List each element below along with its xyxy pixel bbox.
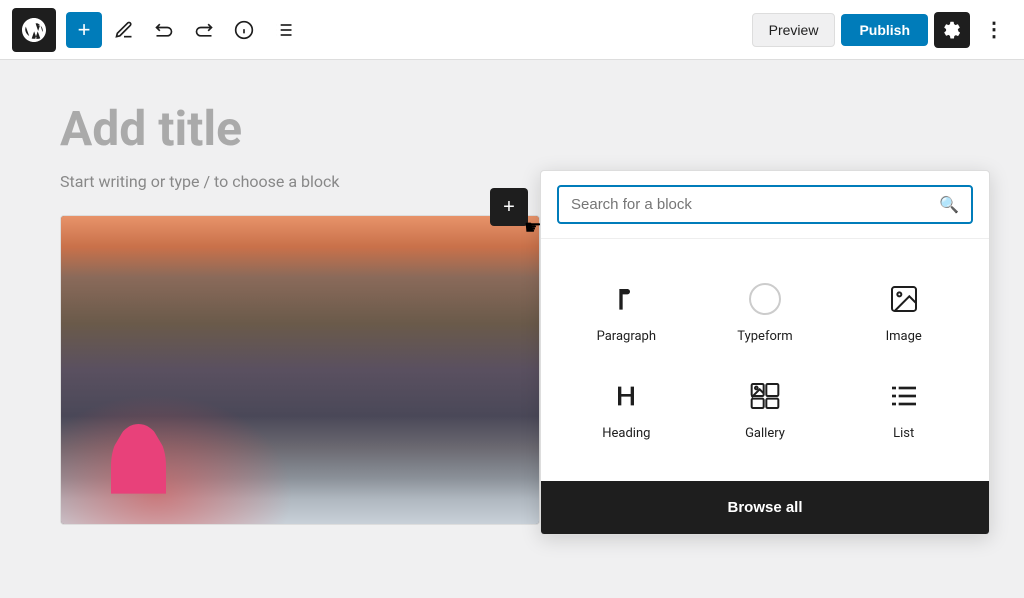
gallery-icon — [745, 376, 785, 416]
browse-all-button[interactable]: Browse all — [541, 481, 989, 534]
topbar-left: + — [12, 8, 302, 52]
typeform-icon — [745, 279, 785, 319]
preview-button[interactable]: Preview — [752, 13, 836, 47]
block-item-paragraph[interactable]: Paragraph — [557, 263, 696, 360]
redo-button[interactable] — [186, 12, 222, 48]
edit-mode-button[interactable] — [106, 12, 142, 48]
search-box: 🔍 — [541, 171, 989, 239]
mountain-image — [61, 216, 539, 524]
block-item-heading[interactable]: Heading — [557, 360, 696, 457]
publish-button[interactable]: Publish — [841, 14, 928, 46]
page-title[interactable]: Add title — [60, 100, 964, 158]
inline-add-block-button[interactable]: + — [490, 188, 528, 226]
wp-logo-button[interactable] — [12, 8, 56, 52]
blocks-grid: Paragraph Typeform Image H — [541, 239, 989, 481]
search-input[interactable] — [571, 196, 931, 213]
main-area: Add title Start writing or type / to cho… — [0, 60, 1024, 598]
block-label-heading: Heading — [602, 426, 650, 441]
block-item-gallery[interactable]: Gallery — [696, 360, 835, 457]
undo-button[interactable] — [146, 12, 182, 48]
block-label-typeform: Typeform — [737, 329, 792, 344]
search-input-wrap: 🔍 — [557, 185, 973, 224]
block-label-gallery: Gallery — [745, 426, 785, 441]
add-block-button[interactable]: + — [66, 12, 102, 48]
heading-icon — [606, 376, 646, 416]
block-item-list[interactable]: List — [834, 360, 973, 457]
more-options-button[interactable]: ⋮ — [976, 12, 1012, 48]
list-view-button[interactable] — [266, 12, 302, 48]
list-icon — [884, 376, 924, 416]
paragraph-icon — [606, 279, 646, 319]
block-label-list: List — [893, 426, 914, 441]
topbar: + Preview Publish ⋮ — [0, 0, 1024, 60]
info-button[interactable] — [226, 12, 262, 48]
block-item-typeform[interactable]: Typeform — [696, 263, 835, 360]
topbar-right: Preview Publish ⋮ — [752, 12, 1012, 48]
block-label-paragraph: Paragraph — [597, 329, 656, 344]
block-inserter-popup: 🔍 Paragraph Typeform — [540, 170, 990, 535]
settings-button[interactable] — [934, 12, 970, 48]
image-icon — [884, 279, 924, 319]
block-label-image: Image — [886, 329, 922, 344]
block-item-image[interactable]: Image — [834, 263, 973, 360]
image-block[interactable] — [60, 215, 540, 525]
search-icon: 🔍 — [939, 195, 959, 214]
